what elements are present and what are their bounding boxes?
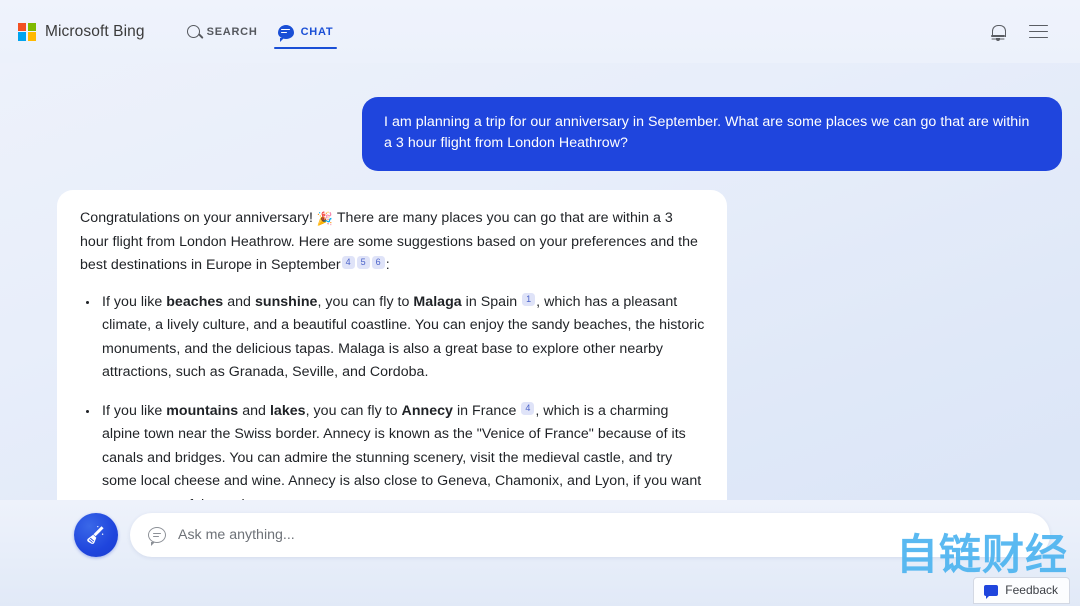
- item-keyword-2: lakes: [269, 402, 306, 419]
- assistant-message-bubble: Congratulations on your anniversary! 🎉 T…: [57, 190, 727, 500]
- tab-active-indicator: [273, 46, 338, 49]
- app-header: Microsoft Bing SEARCH CHAT: [0, 0, 1080, 63]
- item-keyword-2: sunshine: [254, 293, 318, 310]
- citation-badge[interactable]: 4: [341, 256, 355, 269]
- citation-badge[interactable]: 5: [356, 256, 370, 269]
- chat-bubble-icon: [148, 527, 166, 546]
- chat-input-shell[interactable]: [130, 513, 1050, 557]
- assistant-intro-paragraph: Congratulations on your anniversary! 🎉 T…: [69, 207, 705, 278]
- list-item: If you like mountains and lakes, you can…: [80, 400, 705, 500]
- brand-name: Microsoft Bing: [45, 22, 145, 40]
- item-mid-2: , you can fly to: [305, 402, 402, 419]
- feedback-flag-icon: [984, 584, 999, 599]
- item-mid-1: and: [238, 402, 270, 419]
- item-keyword-1: beaches: [166, 293, 224, 310]
- list-item: If you like beaches and sunshine, you ca…: [80, 291, 705, 385]
- item-country: in Spain: [461, 293, 518, 310]
- brand-logo[interactable]: Microsoft Bing: [18, 22, 145, 41]
- composer-inner: [74, 513, 1050, 557]
- item-country: in France: [452, 402, 517, 419]
- citation-badge[interactable]: 1: [522, 292, 536, 306]
- item-destination: Annecy: [401, 402, 453, 419]
- chat-scroll-area[interactable]: I am planning a trip for our anniversary…: [0, 63, 1080, 500]
- hamburger-icon[interactable]: [1029, 24, 1048, 39]
- assistant-message-row: Congratulations on your anniversary! 🎉 T…: [0, 190, 1080, 500]
- user-message-row: I am planning a trip for our anniversary…: [0, 97, 1080, 171]
- citation-badge[interactable]: 4: [521, 401, 535, 415]
- bell-icon[interactable]: [991, 24, 1006, 42]
- new-topic-button[interactable]: [74, 513, 118, 557]
- tab-chat-label: CHAT: [300, 25, 334, 38]
- item-lead: If you like: [102, 293, 167, 310]
- header-actions: [991, 24, 1062, 42]
- item-lead: If you like: [102, 402, 167, 419]
- intro-suffix: :: [385, 257, 390, 273]
- tab-chat[interactable]: CHAT: [268, 0, 344, 63]
- feedback-label: Feedback: [1005, 583, 1058, 597]
- item-mid-2: , you can fly to: [317, 293, 414, 310]
- search-icon: [186, 25, 200, 38]
- intro-text-part1: Congratulations on your anniversary!: [80, 210, 313, 226]
- header-tabs: SEARCH CHAT: [177, 0, 344, 63]
- tab-search[interactable]: SEARCH: [177, 0, 268, 63]
- feedback-button[interactable]: Feedback: [973, 577, 1070, 604]
- suggestion-list: If you like beaches and sunshine, you ca…: [69, 291, 705, 500]
- chat-bubble-icon: [277, 24, 294, 42]
- chat-input[interactable]: [178, 527, 1032, 543]
- citation-badge[interactable]: 6: [371, 256, 385, 269]
- composer-bar: [0, 500, 1080, 606]
- item-mid-1: and: [223, 293, 255, 310]
- item-destination: Malaga: [413, 293, 462, 310]
- tab-search-label: SEARCH: [206, 25, 258, 38]
- item-keyword-1: mountains: [166, 402, 239, 419]
- broom-icon: [87, 526, 104, 544]
- party-popper-icon: 🎉: [316, 211, 334, 226]
- microsoft-logo-icon: [18, 22, 36, 41]
- user-message-bubble: I am planning a trip for our anniversary…: [362, 97, 1062, 171]
